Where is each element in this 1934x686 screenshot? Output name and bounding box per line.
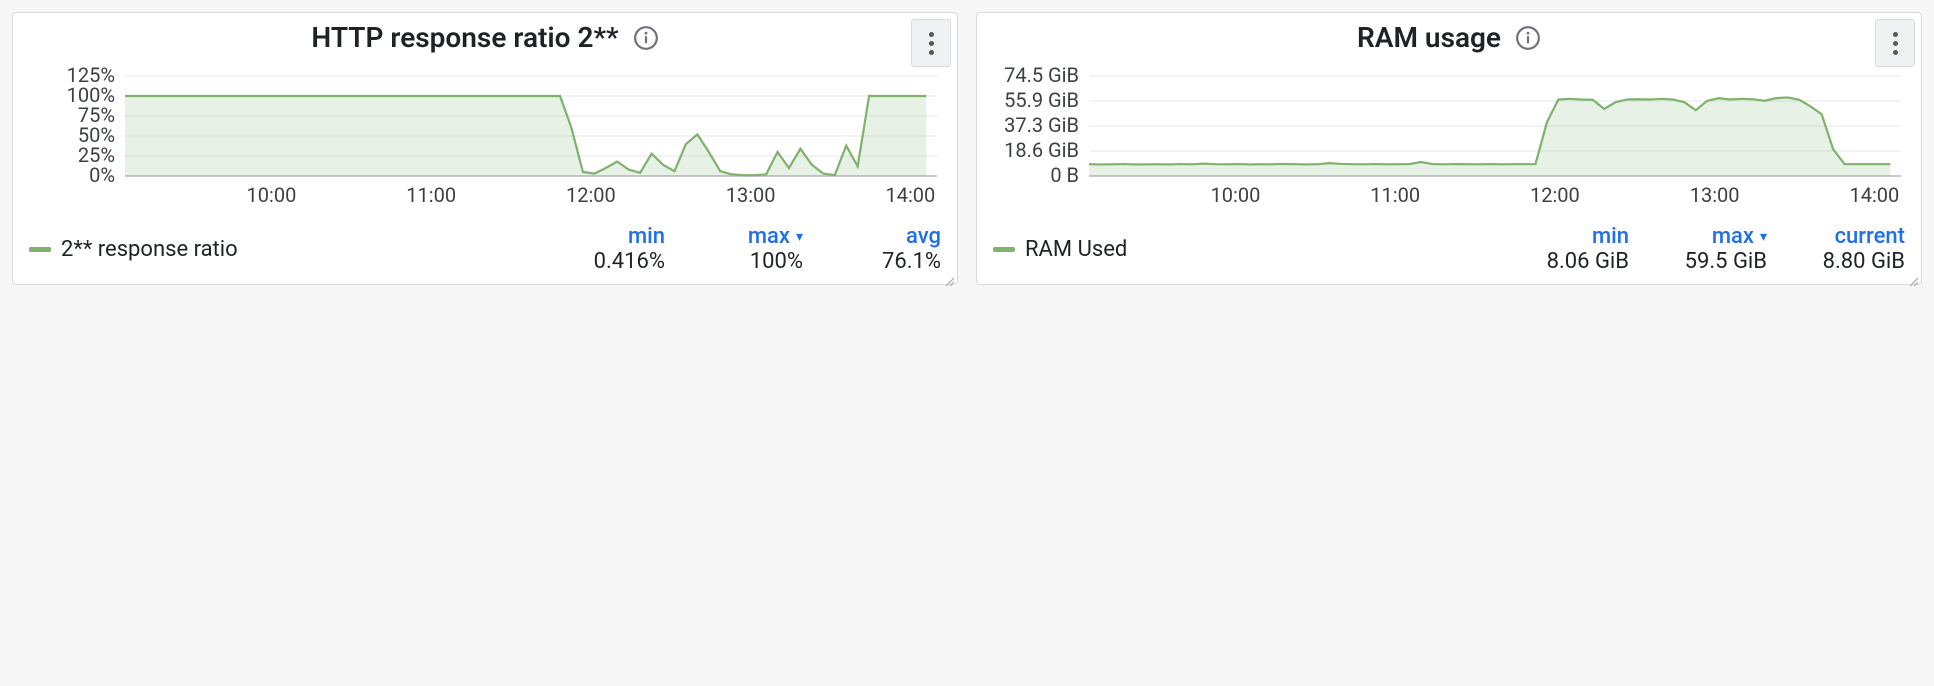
panel-title: RAM usage	[1357, 21, 1501, 54]
svg-text:13:00: 13:00	[726, 183, 776, 207]
legend-marker	[993, 247, 1015, 252]
stat-val: 59.5 GiB	[1677, 249, 1767, 274]
info-icon[interactable]	[633, 25, 659, 51]
svg-text:14:00: 14:00	[1849, 183, 1899, 207]
svg-text:10:00: 10:00	[247, 183, 297, 207]
svg-text:74.5 GiB: 74.5 GiB	[1004, 66, 1079, 87]
stat-hdr-label: current	[1835, 224, 1905, 249]
resize-handle[interactable]	[945, 272, 955, 282]
svg-text:18.6 GiB: 18.6 GiB	[1004, 138, 1079, 162]
panel-http-response-ratio: HTTP response ratio 2** 0%25%50%75%100%1…	[12, 12, 958, 285]
panel-menu-button[interactable]	[1875, 19, 1915, 67]
info-icon[interactable]	[1515, 25, 1541, 51]
legend-label[interactable]: RAM Used	[1025, 237, 1127, 262]
chevron-down-icon: ▾	[1760, 229, 1767, 245]
stat-hdr-label: min	[1592, 224, 1629, 249]
stat-val: 0.416%	[575, 249, 665, 274]
stat-max[interactable]: max ▾ 100%	[713, 224, 803, 274]
legend-stats: min 0.416% max ▾ 100% avg 76.1%	[575, 224, 941, 274]
svg-text:11:00: 11:00	[406, 183, 456, 207]
stat-val: 100%	[713, 249, 803, 274]
stat-hdr-label: min	[628, 224, 665, 249]
stat-avg[interactable]: avg 76.1%	[851, 224, 941, 274]
panel-header: HTTP response ratio 2**	[13, 13, 957, 62]
svg-text:37.3 GiB: 37.3 GiB	[1004, 113, 1079, 137]
svg-text:12:00: 12:00	[1530, 183, 1580, 207]
svg-text:13:00: 13:00	[1690, 183, 1740, 207]
chart-area[interactable]: 0 B18.6 GiB37.3 GiB55.9 GiB74.5 GiB 10:00…	[977, 62, 1921, 218]
svg-text:14:00: 14:00	[885, 183, 935, 207]
svg-text:0 B: 0 B	[1050, 163, 1079, 187]
stat-current[interactable]: current 8.80 GiB	[1815, 224, 1905, 274]
stat-val: 76.1%	[851, 249, 941, 274]
stat-min[interactable]: min 8.06 GiB	[1539, 224, 1629, 274]
panel-ram-usage: RAM usage 0 B18.6 GiB37.3 GiB55.9 GiB74.…	[976, 12, 1922, 285]
stat-hdr-label: max	[1712, 224, 1754, 249]
chevron-down-icon: ▾	[796, 229, 803, 245]
stat-min[interactable]: min 0.416%	[575, 224, 665, 274]
legend-label[interactable]: 2** response ratio	[61, 237, 238, 262]
stat-val: 8.06 GiB	[1539, 249, 1629, 274]
svg-text:11:00: 11:00	[1370, 183, 1420, 207]
legend-row: RAM Used min 8.06 GiB max ▾ 59.5 GiB curr…	[977, 218, 1921, 284]
stat-max[interactable]: max ▾ 59.5 GiB	[1677, 224, 1767, 274]
panel-title: HTTP response ratio 2**	[311, 21, 618, 54]
svg-text:125%: 125%	[67, 66, 115, 87]
legend-stats: min 8.06 GiB max ▾ 59.5 GiB current 8.80 …	[1539, 224, 1905, 274]
panel-header: RAM usage	[977, 13, 1921, 62]
svg-text:55.9 GiB: 55.9 GiB	[1004, 88, 1079, 112]
svg-text:12:00: 12:00	[566, 183, 616, 207]
panel-menu-button[interactable]	[911, 19, 951, 67]
svg-text:10:00: 10:00	[1211, 183, 1261, 207]
resize-handle[interactable]	[1909, 272, 1919, 282]
stat-hdr-label: avg	[906, 224, 941, 249]
stat-hdr-label: max	[748, 224, 790, 249]
chart-area[interactable]: 0%25%50%75%100%125%10:0011:0012:0013:001…	[13, 62, 957, 218]
legend-marker	[29, 247, 51, 252]
stat-val: 8.80 GiB	[1815, 249, 1905, 274]
legend-row: 2** response ratio min 0.416% max ▾ 100% …	[13, 218, 957, 284]
